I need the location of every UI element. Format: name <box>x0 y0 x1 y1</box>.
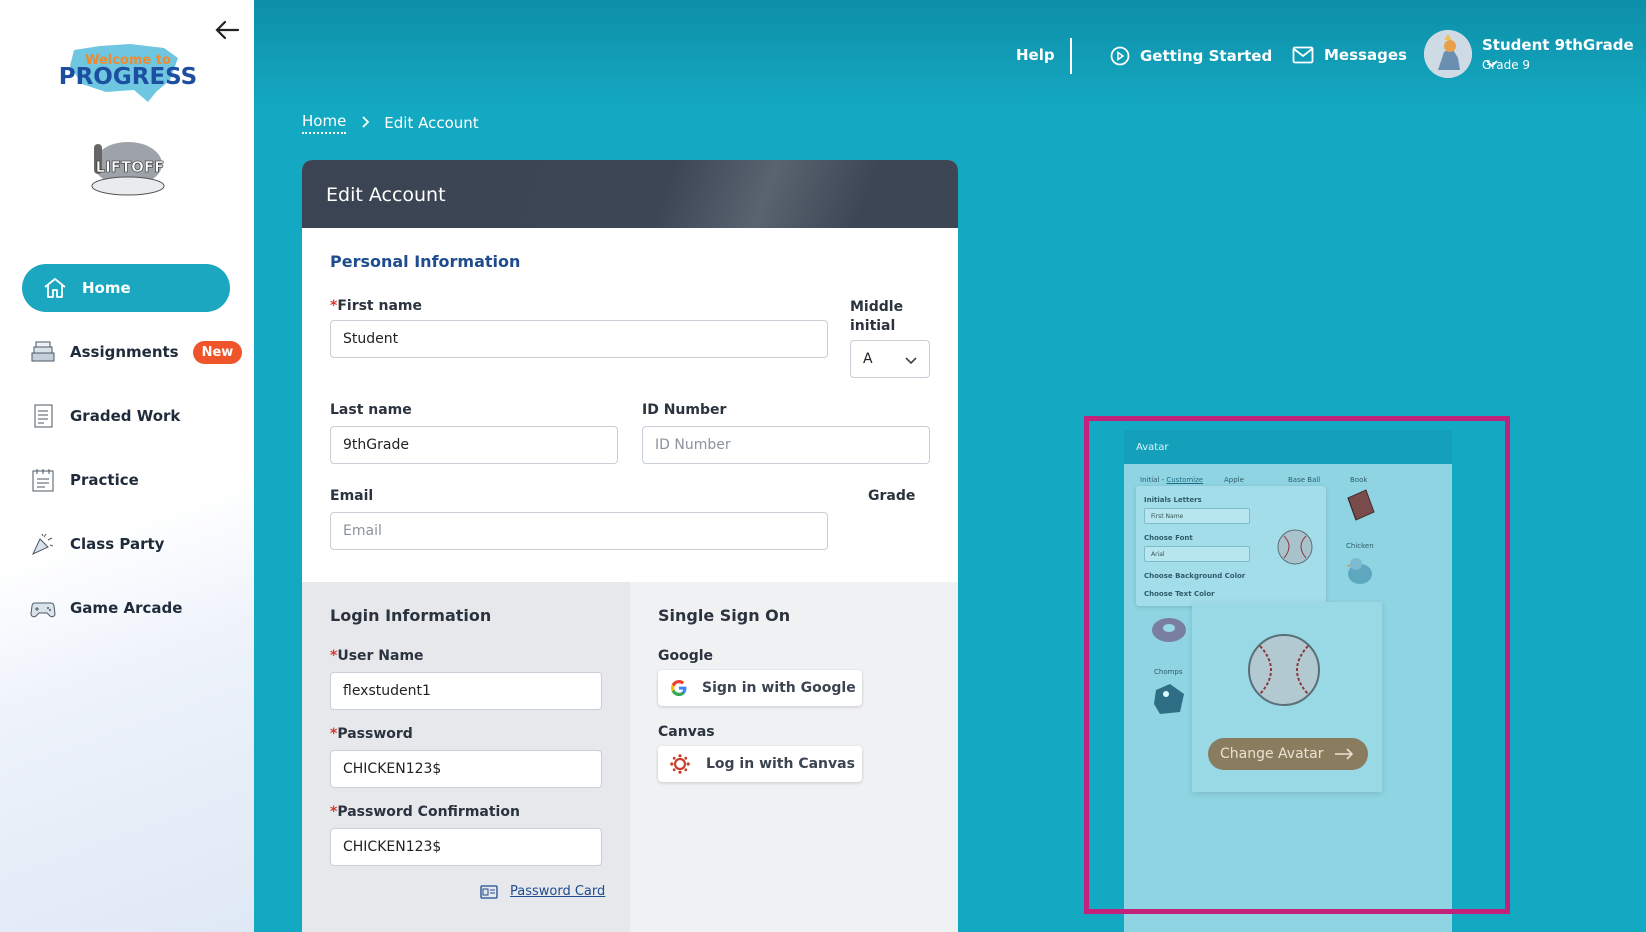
middle-initial-value: A <box>863 351 873 367</box>
highlight-box <box>1084 416 1510 914</box>
personal-info-title: Personal Information <box>330 252 521 271</box>
canvas-label: Canvas <box>658 724 715 740</box>
home-icon <box>42 275 68 301</box>
password-field[interactable]: CHICKEN123$ <box>330 750 602 788</box>
svg-text:LIFTOFF: LIFTOFF <box>96 158 165 176</box>
chevron-right-icon <box>362 114 370 132</box>
getting-started-label: Getting Started <box>1140 47 1273 65</box>
sidebar-item-class-party[interactable]: Class Party <box>22 520 230 568</box>
password-card-label: Password Card <box>510 884 606 899</box>
play-circle-icon <box>1110 46 1130 66</box>
sidebar-item-home[interactable]: Home <box>22 264 230 312</box>
canvas-login-button[interactable]: Log in with Canvas <box>658 746 862 782</box>
assignments-icon <box>30 339 56 365</box>
liftoff-logo: LIFTOFF <box>84 138 168 198</box>
google-label: Google <box>658 648 714 664</box>
canvas-icon <box>670 754 690 774</box>
card-title: Edit Account <box>302 160 958 228</box>
login-info-panel: Login Information *User Name flexstudent… <box>302 582 630 932</box>
user-name: Student 9thGrade <box>1482 36 1634 54</box>
sidebar-nav: Home Assignments New Graded Work Practic… <box>22 264 243 648</box>
user-avatar[interactable] <box>1424 30 1472 78</box>
sidebar-item-label: Game Arcade <box>70 599 183 617</box>
first-name-field[interactable]: Student <box>330 320 828 358</box>
new-badge: New <box>192 340 243 364</box>
breadcrumb: Home Edit Account <box>302 112 479 134</box>
google-sign-in-button[interactable]: Sign in with Google <box>658 670 862 706</box>
password-confirmation-field[interactable]: CHICKEN123$ <box>330 828 602 866</box>
sidebar-item-practice[interactable]: Practice <box>22 456 230 504</box>
svg-text:PROGRESS: PROGRESS <box>60 64 196 90</box>
first-name-label: *First name <box>330 298 422 314</box>
edit-account-card: Edit Account Personal Information *First… <box>302 160 958 932</box>
graded-work-icon <box>30 403 56 429</box>
user-grade: Grade 9 <box>1482 58 1531 72</box>
email-field[interactable]: Email <box>330 512 828 550</box>
messages-link[interactable]: Messages <box>1292 46 1407 64</box>
grade-label: Grade <box>868 488 916 504</box>
sidebar-item-label: Graded Work <box>70 407 181 425</box>
sidebar-item-label: Practice <box>70 471 139 489</box>
sidebar-item-graded-work[interactable]: Graded Work <box>22 392 230 440</box>
mail-icon <box>1292 46 1314 64</box>
middle-initial-label: Middle initial <box>850 299 904 334</box>
email-label: Email <box>330 488 374 504</box>
header-divider <box>1070 38 1072 74</box>
id-number-field[interactable]: ID Number <box>642 426 930 464</box>
sidebar: Welcome to PROGRESS LIFTOFF Home Assignm… <box>0 0 254 932</box>
last-name-field[interactable]: 9thGrade <box>330 426 618 464</box>
sso-panel: Single Sign On Google Sign in with Googl… <box>630 582 958 932</box>
sidebar-item-label: Home <box>82 279 131 297</box>
id-number-label: ID Number <box>642 402 727 418</box>
breadcrumb-current: Edit Account <box>384 114 479 132</box>
getting-started-link[interactable]: Getting Started <box>1110 46 1272 66</box>
username-field[interactable]: flexstudent1 <box>330 672 602 710</box>
google-button-label: Sign in with Google <box>702 680 856 696</box>
sidebar-item-assignments[interactable]: Assignments New <box>22 328 243 376</box>
sidebar-item-label: Assignments <box>70 343 179 361</box>
login-info-title: Login Information <box>330 606 492 625</box>
sidebar-item-label: Class Party <box>70 535 165 553</box>
password-card-link[interactable]: Password Card <box>480 884 605 899</box>
username-label: *User Name <box>330 648 424 664</box>
password-label: *Password <box>330 726 413 742</box>
middle-initial-select[interactable]: A <box>850 340 930 378</box>
progress-logo: Welcome to PROGRESS <box>59 40 197 106</box>
collapse-arrow-icon[interactable] <box>214 18 240 42</box>
last-name-label: Last name <box>330 402 412 418</box>
sidebar-item-game-arcade[interactable]: Game Arcade <box>22 584 230 632</box>
google-icon <box>670 679 688 697</box>
messages-label: Messages <box>1324 46 1407 64</box>
password-confirmation-label: *Password Confirmation <box>330 804 520 820</box>
chevron-down-icon <box>905 353 917 369</box>
sso-title: Single Sign On <box>658 606 791 625</box>
breadcrumb-home[interactable]: Home <box>302 112 347 134</box>
help-link[interactable]: Help <box>1016 46 1055 64</box>
canvas-button-label: Log in with Canvas <box>706 756 855 772</box>
id-card-icon <box>480 884 498 899</box>
gamepad-icon <box>30 595 56 621</box>
practice-icon <box>30 467 56 493</box>
party-popper-icon <box>30 531 56 557</box>
